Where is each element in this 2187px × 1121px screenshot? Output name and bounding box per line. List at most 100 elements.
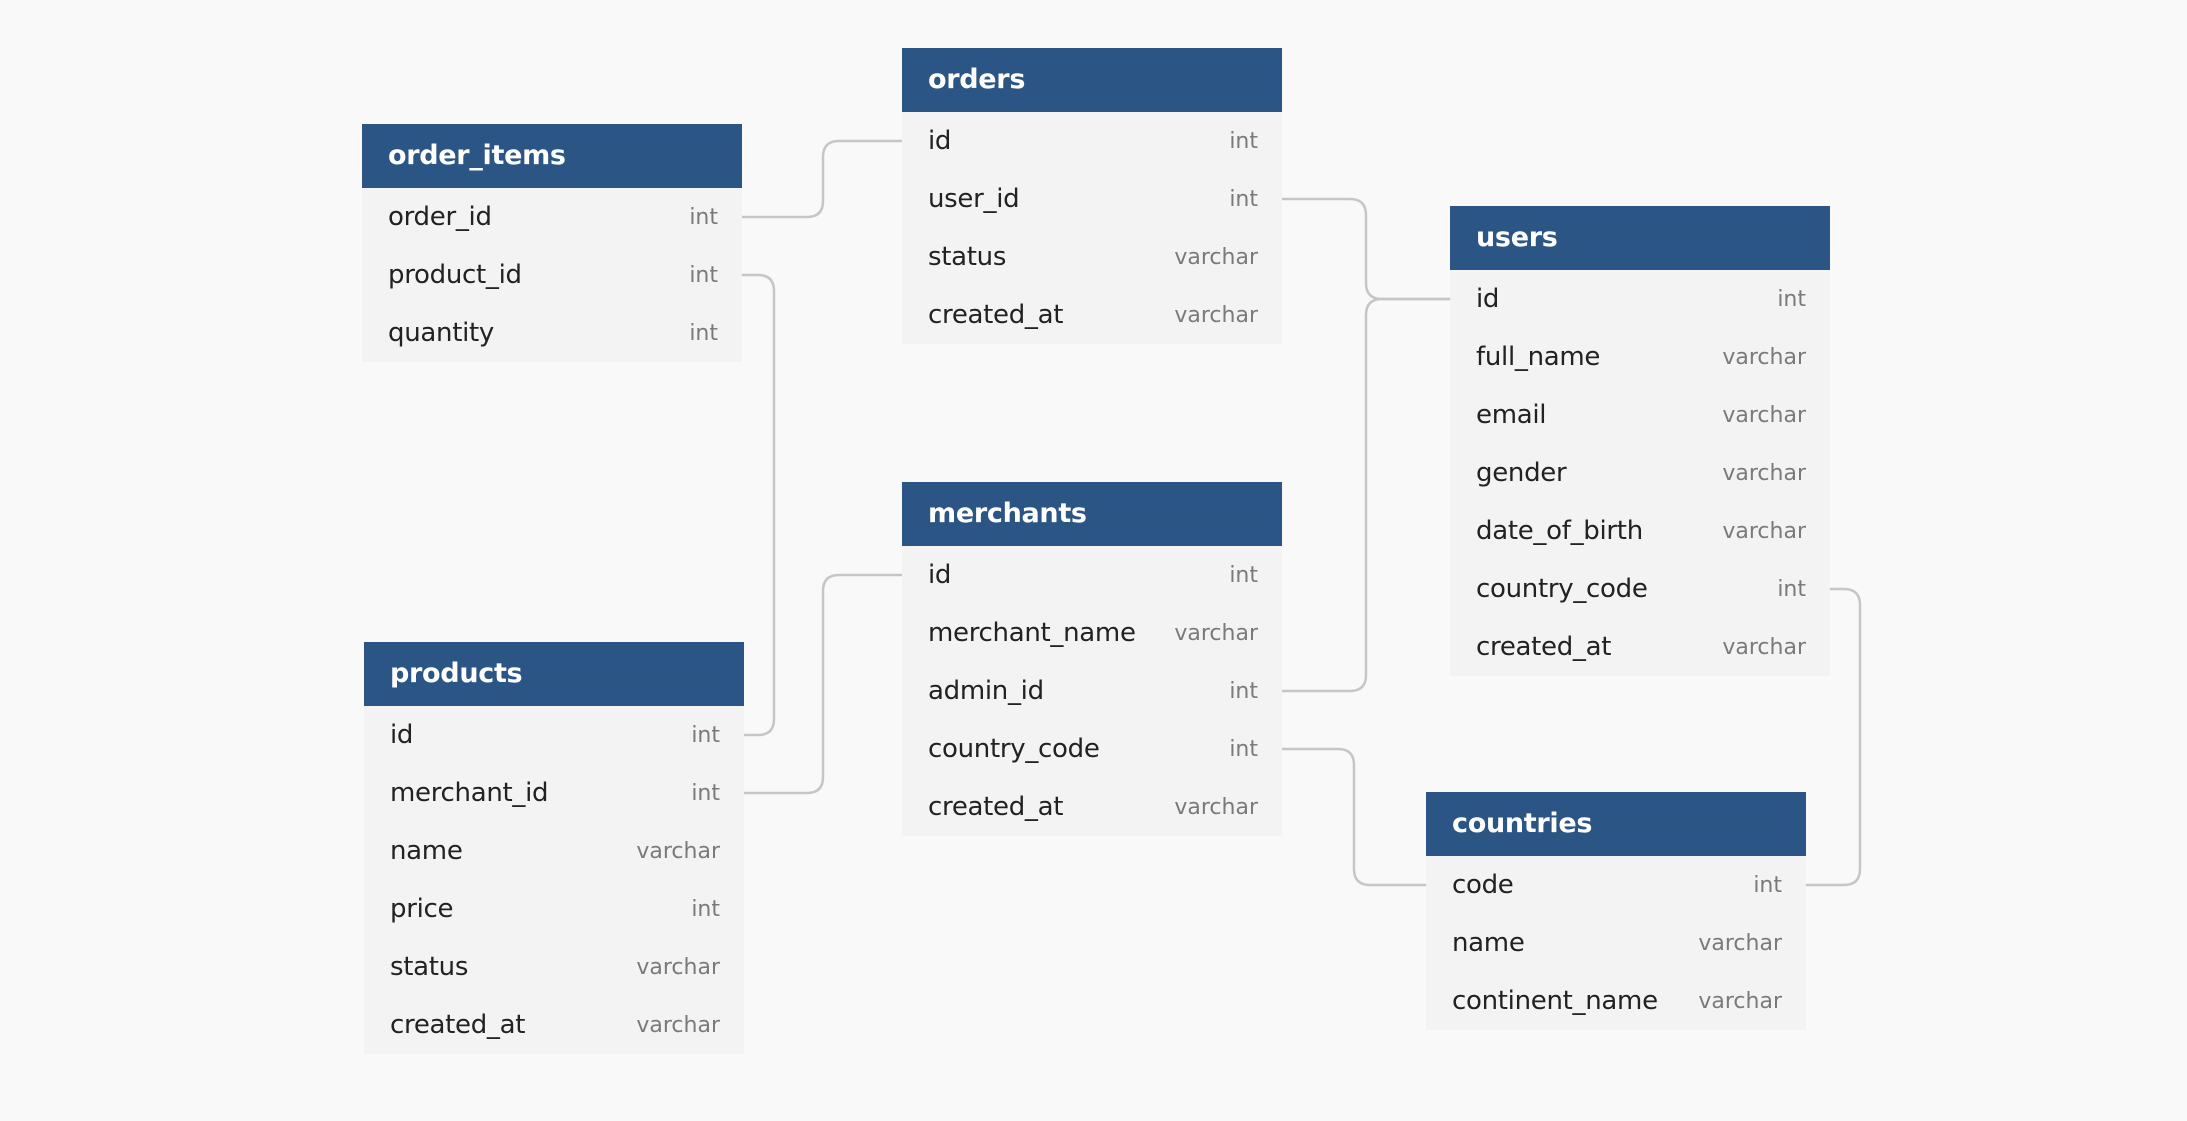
column-row[interactable]: status varchar xyxy=(364,938,744,996)
column-row[interactable]: email varchar xyxy=(1450,386,1830,444)
relationship-line[interactable] xyxy=(1282,197,1450,301)
column-name: quantity xyxy=(388,318,494,348)
table-header[interactable]: merchants xyxy=(902,482,1282,546)
column-row[interactable]: created_at varchar xyxy=(364,996,744,1054)
column-row[interactable]: quantity int xyxy=(362,304,742,362)
column-name: country_code xyxy=(1476,574,1648,604)
column-row[interactable]: full_name varchar xyxy=(1450,328,1830,386)
column-row[interactable]: product_id int xyxy=(362,246,742,304)
column-type: int xyxy=(1777,576,1806,602)
column-row[interactable]: created_at varchar xyxy=(1450,618,1830,676)
column-row[interactable]: name varchar xyxy=(1426,914,1806,972)
column-name: admin_id xyxy=(928,676,1044,706)
table-merchants[interactable]: merchants id int merchant_name varchar admin_… xyxy=(902,482,1282,836)
column-row[interactable]: merchant_id int xyxy=(364,764,744,822)
table-header[interactable]: orders xyxy=(902,48,1282,112)
column-name: merchant_id xyxy=(390,778,549,808)
table-products[interactable]: products id int merchant_id int name varchar pr… xyxy=(364,642,744,1054)
column-type: varchar xyxy=(1174,244,1258,270)
column-name: status xyxy=(390,952,469,982)
column-type: varchar xyxy=(1722,460,1806,486)
column-name: date_of_birth xyxy=(1476,516,1643,546)
column-type: int xyxy=(1229,186,1258,212)
column-row[interactable]: country_code int xyxy=(902,720,1282,778)
column-name: price xyxy=(390,894,454,924)
column-type: varchar xyxy=(1174,620,1258,646)
column-row[interactable]: id int xyxy=(902,112,1282,170)
column-type: varchar xyxy=(636,954,720,980)
column-type: varchar xyxy=(1698,988,1782,1014)
column-row[interactable]: gender varchar xyxy=(1450,444,1830,502)
column-name: product_id xyxy=(388,260,522,290)
column-name: id xyxy=(1476,284,1500,314)
column-name: id xyxy=(928,126,952,156)
relationship-line[interactable] xyxy=(742,273,776,737)
column-type: varchar xyxy=(1174,794,1258,820)
column-type: int xyxy=(1229,736,1258,762)
column-name: created_at xyxy=(928,300,1064,330)
column-row[interactable]: price int xyxy=(364,880,744,938)
table-countries[interactable]: countries code int name varchar continent_nam… xyxy=(1426,792,1806,1030)
column-name: name xyxy=(1452,928,1525,958)
column-type: int xyxy=(689,320,718,346)
column-name: status xyxy=(928,242,1007,272)
table-header[interactable]: countries xyxy=(1426,792,1806,856)
column-name: created_at xyxy=(1476,632,1612,662)
table-header[interactable]: products xyxy=(364,642,744,706)
column-name: country_code xyxy=(928,734,1100,764)
column-row[interactable]: id int xyxy=(1450,270,1830,328)
column-type: int xyxy=(1229,128,1258,154)
column-name: order_id xyxy=(388,202,492,232)
column-row[interactable]: merchant_name varchar xyxy=(902,604,1282,662)
column-type: varchar xyxy=(1722,344,1806,370)
column-type: varchar xyxy=(1722,634,1806,660)
column-name: email xyxy=(1476,400,1547,430)
column-name: user_id xyxy=(928,184,1020,214)
column-type: varchar xyxy=(1722,402,1806,428)
table-header[interactable]: order_items xyxy=(362,124,742,188)
column-type: int xyxy=(689,204,718,230)
relationship-line[interactable] xyxy=(744,573,902,795)
column-name: id xyxy=(928,560,952,590)
column-name: created_at xyxy=(390,1010,526,1040)
column-name: gender xyxy=(1476,458,1567,488)
relationship-line[interactable] xyxy=(1282,747,1426,887)
table-orders[interactable]: orders id int user_id int status varchar create… xyxy=(902,48,1282,344)
column-row[interactable]: name varchar xyxy=(364,822,744,880)
column-name: code xyxy=(1452,870,1514,900)
column-type: varchar xyxy=(1698,930,1782,956)
column-row[interactable]: date_of_birth varchar xyxy=(1450,502,1830,560)
column-row[interactable]: id int xyxy=(902,546,1282,604)
relationship-line[interactable] xyxy=(742,139,902,219)
column-row[interactable]: admin_id int xyxy=(902,662,1282,720)
column-row[interactable]: code int xyxy=(1426,856,1806,914)
column-row[interactable]: order_id int xyxy=(362,188,742,246)
column-type: int xyxy=(1753,872,1782,898)
column-row[interactable]: created_at varchar xyxy=(902,778,1282,836)
column-type: int xyxy=(1229,678,1258,704)
column-type: varchar xyxy=(636,1012,720,1038)
column-type: varchar xyxy=(636,838,720,864)
relationship-line[interactable] xyxy=(1282,297,1450,693)
column-type: varchar xyxy=(1722,518,1806,544)
column-name: created_at xyxy=(928,792,1064,822)
column-name: merchant_name xyxy=(928,618,1136,648)
table-header[interactable]: users xyxy=(1450,206,1830,270)
column-name: full_name xyxy=(1476,342,1601,372)
column-name: name xyxy=(390,836,463,866)
table-order_items[interactable]: order_items order_id int product_id int quant… xyxy=(362,124,742,362)
column-name: id xyxy=(390,720,414,750)
column-row[interactable]: created_at varchar xyxy=(902,286,1282,344)
column-row[interactable]: status varchar xyxy=(902,228,1282,286)
column-type: varchar xyxy=(1174,302,1258,328)
column-type: int xyxy=(1229,562,1258,588)
column-row[interactable]: user_id int xyxy=(902,170,1282,228)
column-type: int xyxy=(691,780,720,806)
column-row[interactable]: id int xyxy=(364,706,744,764)
column-type: int xyxy=(689,262,718,288)
column-row[interactable]: country_code int xyxy=(1450,560,1830,618)
column-type: int xyxy=(1777,286,1806,312)
column-row[interactable]: continent_name varchar xyxy=(1426,972,1806,1030)
table-users[interactable]: users id int full_name varchar email varchar ge… xyxy=(1450,206,1830,676)
column-name: continent_name xyxy=(1452,986,1658,1016)
